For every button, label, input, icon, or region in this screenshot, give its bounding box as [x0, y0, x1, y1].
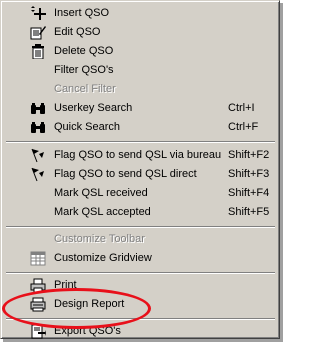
menu-shadow-right: [280, 3, 283, 342]
menu-item-customize-gridview[interactable]: Customize Gridview: [4, 249, 277, 268]
grid-icon: [30, 251, 46, 266]
menu-item-shortcut: Ctrl+F: [228, 121, 259, 133]
printer-icon: [30, 278, 46, 293]
menu-item-label: Filter QSO's: [54, 64, 114, 76]
menu-item-shortcut: Shift+F5: [228, 206, 270, 218]
menu-item-shortcut: Shift+F2: [228, 149, 270, 161]
menu-separator: [6, 318, 275, 320]
menu-item-label: Flag QSO to send QSL via bureau: [54, 149, 222, 161]
menu-item-cancel-filter: Cancel Filter: [4, 80, 277, 99]
menu-item-label: Flag QSO to send QSL direct: [54, 168, 197, 180]
menu-item-quick-search[interactable]: Quick Search Ctrl+F: [4, 118, 277, 137]
menu-item-label: Insert QSO: [54, 7, 110, 19]
menu-separator: [6, 272, 275, 274]
menu-item-label: Cancel Filter: [54, 83, 116, 95]
flag-icon: [30, 167, 46, 182]
menu-item-flag-qsl-bureau[interactable]: Flag QSO to send QSL via bureau Shift+F2: [4, 146, 277, 165]
menu-item-mark-qsl-received[interactable]: Mark QSL received Shift+F4: [4, 184, 277, 203]
trash-icon: [30, 44, 46, 60]
context-menu: Insert QSO Edit QSO Delete QSO Filter QS…: [0, 0, 280, 339]
menu-separator: [6, 226, 275, 228]
menu-item-label: Customize Toolbar: [54, 233, 145, 245]
menu-separator: [6, 141, 275, 143]
binoculars-icon: [30, 120, 46, 135]
menu-item-label: Quick Search: [54, 121, 121, 133]
binoculars-icon: [30, 101, 46, 116]
export-icon: [30, 324, 46, 339]
menu-item-print[interactable]: Print: [4, 276, 277, 295]
menu-item-label: Customize Gridview: [54, 252, 152, 264]
edit-icon: [30, 25, 46, 40]
menu-item-insert-qso[interactable]: Insert QSO: [4, 4, 277, 23]
menu-item-edit-qso[interactable]: Edit QSO: [4, 23, 277, 42]
menu-item-shortcut: Shift+F3: [228, 168, 270, 180]
menu-item-flag-qsl-direct[interactable]: Flag QSO to send QSL direct Shift+F3: [4, 165, 277, 184]
menu-item-mark-qsl-accepted[interactable]: Mark QSL accepted Shift+F5: [4, 203, 277, 222]
menu-item-label: Edit QSO: [54, 26, 101, 38]
menu-item-design-report[interactable]: Design Report: [4, 295, 277, 314]
menu-item-export-qsos[interactable]: Export QSO's: [4, 322, 277, 341]
menu-item-userkey-search[interactable]: Userkey Search Ctrl+I: [4, 99, 277, 118]
menu-item-label: Export QSO's: [54, 325, 121, 337]
menu-item-label: Print: [54, 279, 77, 291]
menu-item-delete-qso[interactable]: Delete QSO: [4, 42, 277, 61]
flag-icon: [30, 148, 46, 163]
menu-item-label: Mark QSL received: [54, 187, 148, 199]
menu-item-customize-toolbar: Customize Toolbar: [4, 230, 277, 249]
menu-item-filter-qsos[interactable]: Filter QSO's: [4, 61, 277, 80]
report-icon: [30, 297, 46, 312]
menu-item-shortcut: Shift+F4: [228, 187, 270, 199]
menu-item-label: Delete QSO: [54, 45, 114, 57]
menu-item-label: Userkey Search: [54, 102, 133, 114]
menu-item-label: Design Report: [54, 298, 125, 310]
insert-icon: [30, 6, 46, 21]
menu-item-label: Mark QSL accepted: [54, 206, 151, 218]
menu-item-shortcut: Ctrl+I: [228, 102, 255, 114]
